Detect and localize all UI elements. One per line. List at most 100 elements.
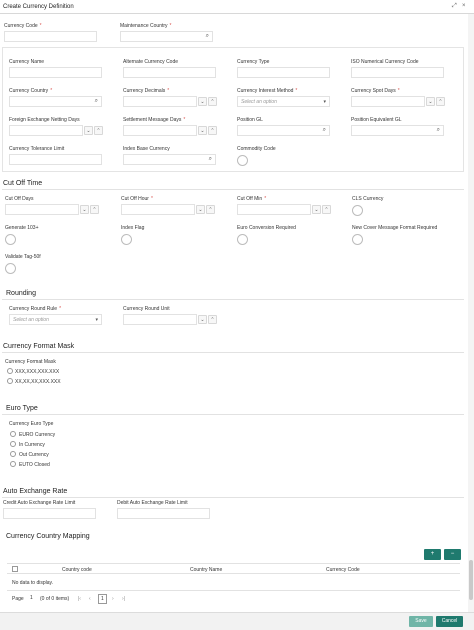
- previous-page-icon[interactable]: ‹: [89, 596, 91, 602]
- auto-exchange-heading: Auto Exchange Rate: [3, 488, 68, 495]
- first-page-icon[interactable]: |‹: [78, 596, 81, 602]
- currency-decimals-stepper[interactable]: ⌄ ⌃: [123, 96, 218, 107]
- increment-button[interactable]: ⌃: [322, 205, 331, 214]
- chevron-down-icon: ▾: [95, 317, 98, 323]
- decrement-button[interactable]: ⌄: [84, 126, 93, 135]
- position-equivalent-gl-input[interactable]: ⌕: [351, 125, 444, 136]
- cut-off-days-label: Cut Off Days: [5, 196, 34, 202]
- increment-button[interactable]: ⌃: [90, 205, 99, 214]
- divider: [2, 189, 464, 190]
- new-cover-label: New Cover Message Format Required: [352, 225, 438, 231]
- increment-button[interactable]: ⌃: [208, 315, 217, 324]
- maintenance-country-input[interactable]: ⌕: [120, 31, 213, 42]
- cut-off-min-stepper[interactable]: ⌄ ⌃: [237, 204, 332, 215]
- index-flag-toggle[interactable]: [121, 234, 132, 245]
- currency-spot-days-stepper[interactable]: ⌄ ⌃: [351, 96, 446, 107]
- search-icon[interactable]: ⌕: [209, 156, 212, 163]
- index-base-currency-input[interactable]: ⌕: [123, 154, 216, 165]
- decrement-button[interactable]: ⌄: [196, 205, 205, 214]
- scrollbar-thumb[interactable]: [469, 560, 473, 600]
- increment-button[interactable]: ⌃: [94, 126, 103, 135]
- decrement-button[interactable]: ⌄: [80, 205, 89, 214]
- vertical-scrollbar[interactable]: [468, 14, 474, 616]
- validate-tag-toggle[interactable]: [5, 263, 16, 274]
- empty-grid-text: No data to display.: [12, 580, 54, 586]
- currency-name-input[interactable]: [9, 67, 102, 78]
- round-unit-stepper[interactable]: ⌄ ⌃: [123, 314, 218, 325]
- credit-limit-input[interactable]: [3, 508, 96, 519]
- cut-off-min-input[interactable]: [237, 204, 311, 215]
- debit-limit-input[interactable]: [117, 508, 210, 519]
- currency-decimals-input[interactable]: [123, 96, 197, 107]
- save-button[interactable]: Save: [409, 616, 433, 627]
- add-row-button[interactable]: +: [424, 549, 441, 560]
- currency-type-input[interactable]: [237, 67, 330, 78]
- last-page-icon[interactable]: ›|: [122, 596, 125, 602]
- euro-type-radio[interactable]: [10, 431, 16, 437]
- fx-netting-days-input[interactable]: [9, 125, 83, 136]
- currency-spot-days-input[interactable]: [351, 96, 425, 107]
- remove-row-button[interactable]: −: [444, 549, 461, 560]
- next-page-icon[interactable]: ›: [112, 596, 114, 602]
- divider: [2, 352, 464, 353]
- column-header[interactable]: Currency Code: [326, 567, 360, 573]
- currency-decimals-label: Currency Decimals *: [123, 88, 170, 94]
- cut-off-days-input[interactable]: [5, 204, 79, 215]
- euro-conversion-toggle[interactable]: [237, 234, 248, 245]
- generate-103-toggle[interactable]: [5, 234, 16, 245]
- column-header[interactable]: Country code: [62, 567, 92, 573]
- currency-code-input[interactable]: [4, 31, 97, 42]
- decrement-button[interactable]: ⌄: [198, 97, 207, 106]
- round-unit-input[interactable]: [123, 314, 197, 325]
- select-all-checkbox[interactable]: [12, 566, 18, 572]
- currency-country-input[interactable]: ⌕: [9, 96, 102, 107]
- cut-off-hour-stepper[interactable]: ⌄ ⌃: [121, 204, 216, 215]
- decrement-button[interactable]: ⌄: [198, 126, 207, 135]
- format-mask-radio[interactable]: [7, 368, 13, 374]
- euro-type-radio[interactable]: [10, 441, 16, 447]
- alternate-currency-code-input[interactable]: [123, 67, 216, 78]
- iso-numerical-code-input[interactable]: [351, 67, 444, 78]
- cut-off-hour-input[interactable]: [121, 204, 195, 215]
- current-page-button[interactable]: 1: [98, 594, 107, 604]
- cancel-button[interactable]: Cancel: [436, 616, 463, 627]
- increment-button[interactable]: ⌃: [206, 205, 215, 214]
- increment-button[interactable]: ⌃: [208, 97, 217, 106]
- position-gl-input[interactable]: ⌕: [237, 125, 330, 136]
- settlement-message-days-input[interactable]: [123, 125, 197, 136]
- settlement-message-days-stepper[interactable]: ⌄ ⌃: [123, 125, 218, 136]
- search-icon[interactable]: ⌕: [437, 127, 440, 134]
- restore-icon[interactable]: ⤢: [452, 3, 457, 10]
- format-mask-option: XX,XX,XX,XXX.XXX: [15, 379, 61, 385]
- search-icon[interactable]: ⌕: [206, 33, 209, 40]
- column-header[interactable]: Country Name: [190, 567, 222, 573]
- search-icon[interactable]: ⌕: [323, 127, 326, 134]
- decrement-button[interactable]: ⌄: [426, 97, 435, 106]
- format-mask-label: Currency Format Mask: [5, 359, 56, 365]
- euro-type-radio[interactable]: [10, 451, 16, 457]
- commodity-code-toggle[interactable]: [237, 155, 248, 166]
- divider: [7, 590, 460, 591]
- alternate-currency-code-label: Alternate Currency Code: [123, 59, 179, 65]
- new-cover-toggle[interactable]: [352, 234, 363, 245]
- format-mask-radio[interactable]: [7, 378, 13, 384]
- currency-interest-method-select[interactable]: Select an option ▾: [237, 96, 330, 107]
- increment-button[interactable]: ⌃: [208, 126, 217, 135]
- euro-type-radio[interactable]: [10, 461, 16, 467]
- fx-netting-days-stepper[interactable]: ⌄ ⌃: [9, 125, 104, 136]
- search-icon[interactable]: ⌕: [95, 98, 98, 105]
- decrement-button[interactable]: ⌄: [198, 315, 207, 324]
- commodity-code-label: Commodity Code: [237, 146, 276, 152]
- close-icon[interactable]: ×: [462, 3, 466, 9]
- index-base-currency-label: Index Base Currency: [123, 146, 170, 152]
- format-mask-heading: Currency Format Mask: [3, 343, 75, 350]
- euro-type-option: Out Currency: [19, 452, 49, 458]
- currency-tolerance-limit-input[interactable]: [9, 154, 102, 165]
- decrement-button[interactable]: ⌄: [312, 205, 321, 214]
- page-input[interactable]: 1: [30, 595, 33, 601]
- cut-off-days-stepper[interactable]: ⌄ ⌃: [5, 204, 100, 215]
- increment-button[interactable]: ⌃: [436, 97, 445, 106]
- divider: [2, 414, 464, 415]
- cls-currency-toggle[interactable]: [352, 205, 363, 216]
- round-rule-select[interactable]: Select an option ▾: [9, 314, 102, 325]
